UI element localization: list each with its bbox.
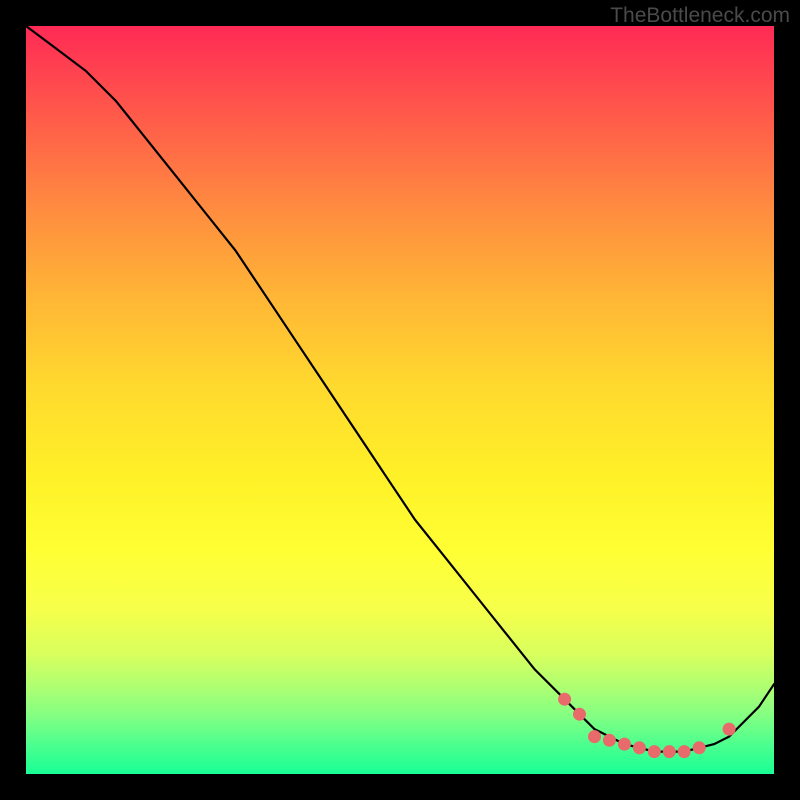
- marker-dot: [588, 730, 601, 743]
- chart-stage: TheBottleneck.com: [0, 0, 800, 800]
- marker-dot: [648, 745, 661, 758]
- highlight-markers: [558, 693, 736, 758]
- marker-dot: [723, 723, 736, 736]
- marker-dot: [603, 734, 616, 747]
- marker-dot: [573, 708, 586, 721]
- marker-dot: [633, 741, 646, 754]
- curve-layer: [26, 26, 774, 774]
- marker-dot: [693, 741, 706, 754]
- plot-area: [26, 26, 774, 774]
- marker-dot: [678, 745, 691, 758]
- marker-dot: [618, 738, 631, 751]
- marker-dot: [663, 745, 676, 758]
- watermark-text: TheBottleneck.com: [610, 4, 790, 28]
- marker-dot: [558, 693, 571, 706]
- bottleneck-curve: [26, 26, 774, 752]
